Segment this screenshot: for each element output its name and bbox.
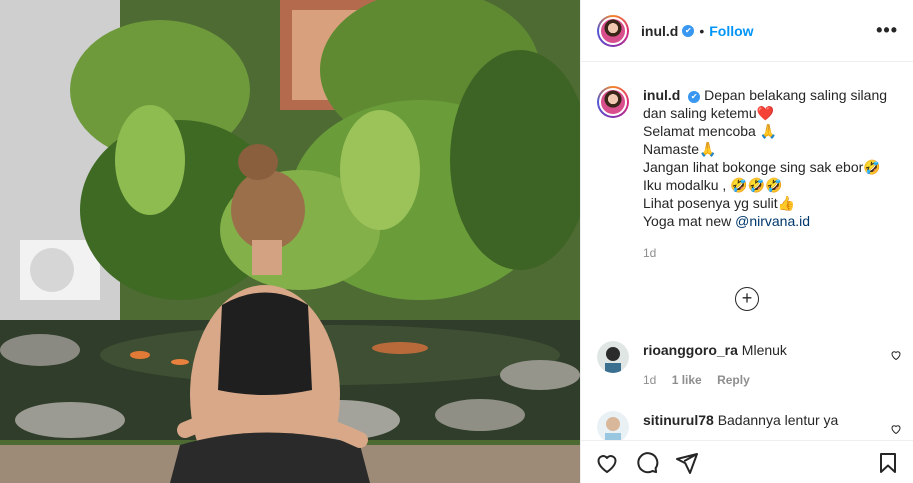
comment-body: sitinurul78 Badannya lentur ya xyxy=(643,411,838,443)
caption-timestamp[interactable]: 1d xyxy=(643,244,887,262)
share-icon[interactable] xyxy=(675,451,699,475)
avatar-image xyxy=(597,341,629,373)
heart-icon[interactable] xyxy=(595,451,619,475)
caption-line: Lihat posenya yg sulit👍 xyxy=(643,195,796,211)
caption-verified-badge-icon: ✔ xyxy=(688,91,701,103)
commenter-username[interactable]: rioanggoro_ra xyxy=(643,342,738,358)
caption-line: Selamat mencoba 🙏 xyxy=(643,123,778,139)
caption-avatar[interactable] xyxy=(597,86,629,118)
author-avatar[interactable] xyxy=(597,14,629,47)
avatar-image xyxy=(597,411,629,443)
comment-text: Mlenuk xyxy=(741,342,787,358)
caption-username[interactable]: inul.d xyxy=(643,87,680,103)
commenter-avatar[interactable] xyxy=(597,341,629,373)
verified-badge-icon: ✔ xyxy=(682,24,695,37)
caption-line: Yoga mat new xyxy=(643,213,736,229)
caption-line: Jangan lihat bokonge sing sak ebor🤣 xyxy=(643,159,881,175)
mention-link[interactable]: @nirvana.id xyxy=(735,213,810,229)
load-more-comments-button[interactable]: + xyxy=(735,287,759,311)
comment-body: rioanggoro_ra Mlenuk 1d 1 like Reply xyxy=(643,341,787,389)
comment-heart-icon[interactable] xyxy=(890,423,902,435)
header-separator: • xyxy=(699,22,705,39)
commenter-username[interactable]: sitinurul78 xyxy=(643,412,714,428)
post-side-panel: inul.d ✔ • Follow ••• inul.d ✔ Depan bel… xyxy=(580,0,913,483)
more-options-icon[interactable]: ••• xyxy=(876,21,898,39)
photo-illustration xyxy=(0,0,580,483)
caption-line-last: Yoga mat new @nirvana.id xyxy=(643,212,887,230)
comment-icon[interactable] xyxy=(635,451,659,475)
comment-text: Badannya lentur ya xyxy=(717,412,839,428)
post-photo[interactable] xyxy=(0,0,580,483)
post-caption: inul.d ✔ Depan belakang saling silang da… xyxy=(597,86,902,262)
comment-heart-icon[interactable] xyxy=(890,349,902,361)
reply-button[interactable]: Reply xyxy=(717,373,750,387)
follow-button[interactable]: Follow xyxy=(709,23,753,39)
commenter-avatar[interactable] xyxy=(597,411,629,443)
caption-text: inul.d ✔ Depan belakang saling silang da… xyxy=(643,86,887,262)
caption-line: Depan belakang saling silang xyxy=(704,87,888,103)
bookmark-icon[interactable] xyxy=(876,451,900,475)
post-actions-bar xyxy=(581,440,913,483)
comment-item: rioanggoro_ra Mlenuk 1d 1 like Reply xyxy=(597,341,902,389)
comment-item: sitinurul78 Badannya lentur ya xyxy=(597,411,902,443)
post-header: inul.d ✔ • Follow ••• xyxy=(581,0,913,62)
post-modal: inul.d ✔ • Follow ••• inul.d ✔ Depan bel… xyxy=(0,0,913,483)
comment-likes[interactable]: 1 like xyxy=(672,373,702,387)
caption-line: dan saling ketemu❤️ xyxy=(643,105,775,121)
author-username[interactable]: inul.d xyxy=(641,23,678,39)
comment-meta: 1d 1 like Reply xyxy=(643,371,787,389)
caption-line: Iku modalku , 🤣🤣🤣 xyxy=(643,177,783,193)
caption-line: Namaste🙏 xyxy=(643,141,717,157)
comment-time[interactable]: 1d xyxy=(643,373,656,387)
